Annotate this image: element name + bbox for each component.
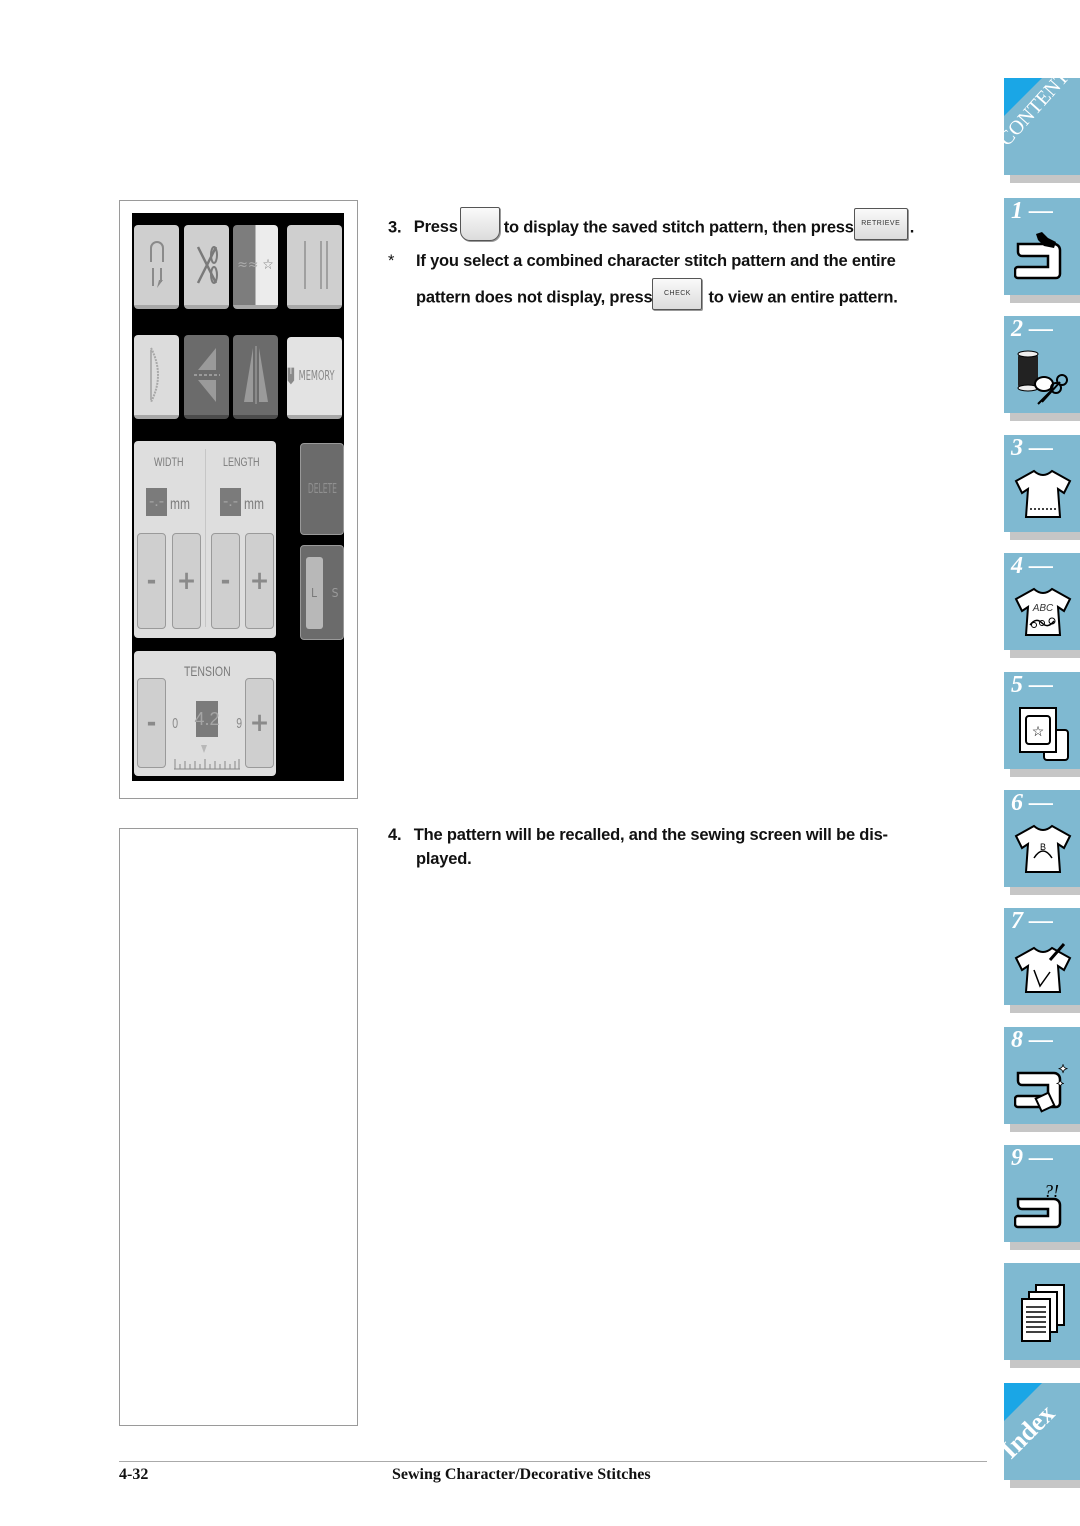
svg-text:☆: ☆	[1032, 723, 1045, 739]
documents-icon	[1021, 1284, 1065, 1342]
shirt-pen-icon	[1014, 943, 1072, 993]
mirror-horizontal-key[interactable]	[233, 335, 278, 419]
lcd-screen: ≈≈ ☆ MEMORY WIDTH LENGTH -.- mm -.- mm -…	[132, 213, 344, 781]
sewing-machine-hand-icon	[1014, 232, 1062, 280]
elongation-icon	[149, 347, 159, 403]
sewing-machine-question-icon: ?!	[1014, 1181, 1062, 1229]
tab-chapter-3[interactable]: 3 —	[1004, 435, 1080, 532]
width-unit: mm	[170, 496, 190, 513]
tension-minus-button[interactable]: -	[137, 678, 166, 768]
thread-spool-scissors-icon	[1017, 350, 1068, 405]
elongation-key[interactable]	[134, 335, 179, 419]
width-plus-button[interactable]: +	[172, 533, 201, 629]
panel-divider	[205, 449, 206, 627]
svg-text:ABC: ABC	[1032, 603, 1054, 614]
memory-icon	[287, 367, 295, 385]
width-length-panel: WIDTH LENGTH -.- mm -.- mm - + - +	[134, 441, 276, 638]
note-line-2: pattern does not display, press CHECK to v…	[416, 278, 898, 310]
length-readout: -.-	[220, 488, 241, 516]
tab-chapter-5[interactable]: 5 — ☆	[1004, 672, 1080, 769]
tab-chapter-6[interactable]: 6 — B	[1004, 790, 1080, 887]
length-minus-button[interactable]: -	[211, 533, 240, 629]
scissors-icon	[196, 246, 218, 284]
tension-max: 9	[236, 715, 243, 732]
tab-chapter-2[interactable]: 2 —	[1004, 316, 1080, 413]
width-label: WIDTH	[154, 455, 184, 469]
memory-key[interactable]: MEMORY	[287, 337, 342, 419]
length-unit: mm	[244, 496, 264, 513]
delete-button[interactable]: DELETE	[300, 443, 344, 535]
svg-text:✦: ✦	[1058, 1062, 1068, 1076]
reverse-stitch-icon	[149, 241, 164, 288]
tension-readout: 4.2	[194, 701, 220, 737]
tension-plus-button[interactable]: +	[245, 678, 274, 768]
size-toggle[interactable]: L S	[300, 545, 344, 640]
chapter-title: Sewing Character/Decorative Stitches	[392, 1466, 651, 1483]
needle-icon	[303, 241, 328, 289]
step-4: 4. The pattern will be recalled, and the…	[388, 826, 888, 844]
tension-min: 0	[172, 715, 179, 732]
sewing-screen-figure	[119, 828, 358, 1426]
page-number: 4-32	[119, 1466, 149, 1483]
shirt-monogram-icon: B	[1014, 824, 1072, 873]
tension-label: TENSION	[184, 663, 231, 679]
check-button[interactable]: CHECK	[652, 278, 703, 310]
note: * If you select a combined character sti…	[388, 252, 896, 270]
mirror-vertical-key[interactable]	[184, 335, 229, 419]
tab-contents[interactable]: CONTENTS	[995, 58, 1080, 175]
embroidery-frame-icon: ☆	[1019, 707, 1069, 761]
mirror-vertical-icon	[193, 348, 220, 402]
tab-chapter-9[interactable]: 9 — ?!	[1004, 1145, 1080, 1242]
step-3: 3. Press to display the saved stitch patt…	[388, 207, 914, 241]
stitch-pattern-icon: ≈≈	[237, 257, 259, 273]
reverse-stitch-key[interactable]	[134, 225, 179, 309]
pocket-button[interactable]	[459, 207, 500, 241]
star-icon: ☆	[262, 257, 274, 273]
sewing-machine-sparkle-icon: ✦ ✦	[1014, 1062, 1068, 1113]
thread-cutter-key[interactable]	[184, 225, 229, 309]
tab-chapter-7[interactable]: 7 —	[1004, 908, 1080, 1005]
memory-label: MEMORY	[298, 368, 335, 384]
svg-text:?!: ?!	[1044, 1181, 1059, 1201]
length-plus-button[interactable]: +	[245, 533, 274, 629]
needle-mode-key[interactable]	[287, 225, 342, 309]
tab-appendix[interactable]	[1004, 1263, 1080, 1360]
retrieve-button[interactable]: RETRIEVE	[853, 208, 908, 240]
size-small-option[interactable]: S	[332, 586, 339, 600]
width-readout: -.-	[146, 488, 167, 516]
svg-text:B: B	[1040, 842, 1046, 852]
step-4-line-2: played.	[416, 850, 472, 868]
stitch-mode-key[interactable]: ≈≈ ☆	[233, 225, 278, 309]
tension-panel: TENSION - + 0 4.2 9	[134, 651, 276, 776]
length-label: LENGTH	[223, 455, 260, 469]
screen-figure: ≈≈ ☆ MEMORY WIDTH LENGTH -.- mm -.- mm -…	[119, 200, 358, 799]
size-large-option[interactable]: L	[305, 556, 323, 629]
svg-text:✦: ✦	[1056, 1079, 1064, 1090]
tab-index[interactable]: Index	[995, 1383, 1080, 1480]
shirt-abc-icon: ABC	[1014, 587, 1072, 636]
tab-chapter-4[interactable]: 4 — ABC	[1004, 553, 1080, 650]
footer-rule	[119, 1461, 987, 1462]
mirror-horizontal-icon	[243, 346, 268, 404]
tension-scale	[174, 745, 240, 770]
tab-chapter-1[interactable]: 1 —	[1004, 198, 1080, 295]
tab-chapter-8[interactable]: 8 — ✦ ✦	[1004, 1027, 1080, 1124]
width-minus-button[interactable]: -	[137, 533, 166, 629]
shirt-icon	[1014, 469, 1072, 518]
